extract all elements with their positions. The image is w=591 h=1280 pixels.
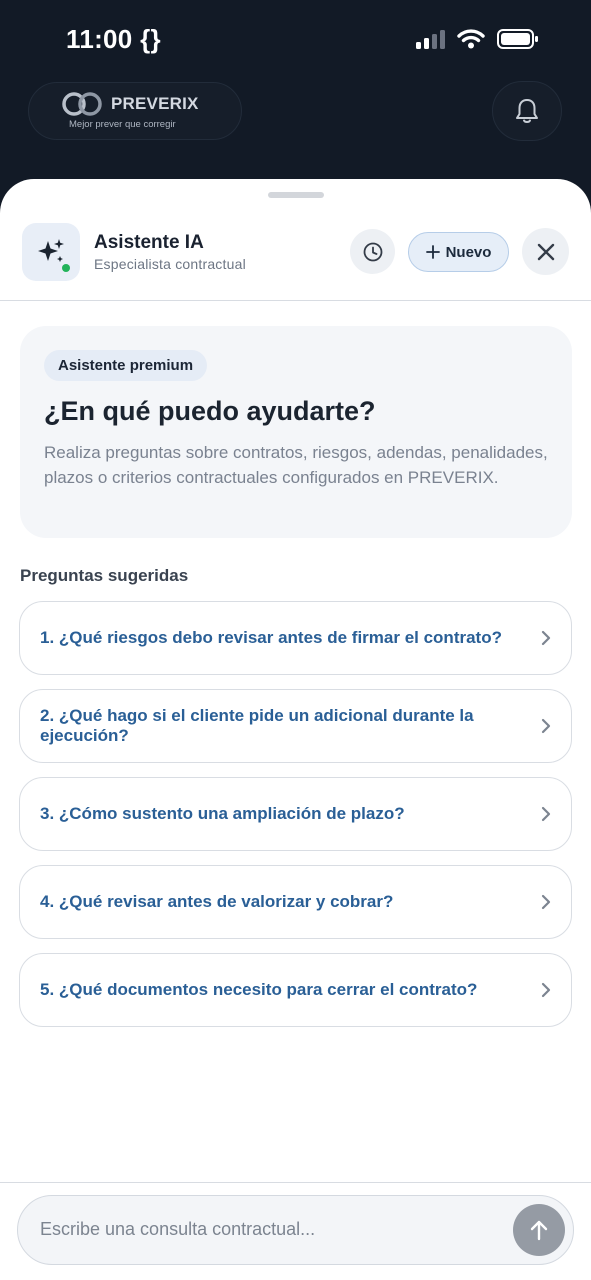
suggested-question-text: 5. ¿Qué documentos necesito para cerrar … <box>40 980 478 999</box>
battery-icon <box>497 28 538 49</box>
sparkles-icon <box>38 239 64 262</box>
premium-badge: Asistente premium <box>44 350 208 381</box>
suggested-question-text: 1. ¿Qué riesgos debo revisar antes de fi… <box>40 628 502 647</box>
status-time: 11:00 {} <box>66 24 161 54</box>
assistant-sheet: Asistente IA Especialista contractual Nu… <box>0 179 591 1280</box>
suggested-question-text: 3. ¿Cómo sustento una ampliación de plaz… <box>40 804 405 823</box>
suggestions-title: Preguntas sugeridas <box>20 566 189 585</box>
suggested-question[interactable]: 3. ¿Cómo sustento una ampliación de plaz… <box>19 777 572 851</box>
online-status-dot <box>62 264 70 272</box>
chevron-right-icon <box>541 718 551 734</box>
notifications-button[interactable] <box>492 81 562 141</box>
message-input[interactable] <box>40 1196 500 1263</box>
assistant-subtitle: Especialista contractual <box>94 256 246 272</box>
chevron-right-icon <box>541 630 551 646</box>
history-button[interactable] <box>350 229 395 274</box>
logo-name: PREVERIX <box>111 94 199 113</box>
chevron-right-icon <box>541 806 551 822</box>
intro-card: Asistente premium ¿En qué puedo ayudarte… <box>20 326 572 538</box>
send-button[interactable] <box>513 1204 565 1256</box>
suggested-question[interactable]: 2. ¿Qué hago si el cliente pide un adici… <box>19 689 572 763</box>
new-chat-button[interactable]: Nuevo <box>408 232 509 272</box>
message-composer <box>17 1195 574 1265</box>
sheet-grabber[interactable] <box>268 192 324 198</box>
brand-logo[interactable]: PREVERIX Mejor prever que corregir <box>28 82 242 140</box>
close-icon <box>537 243 554 260</box>
new-chat-label: Nuevo <box>445 243 492 261</box>
send-arrow-up-icon <box>530 1220 548 1241</box>
suggested-question[interactable]: 1. ¿Qué riesgos debo revisar antes de fi… <box>19 601 572 675</box>
cellular-signal-icon <box>416 29 445 49</box>
intro-description: Realiza preguntas sobre contratos, riesg… <box>44 443 548 487</box>
history-clock-icon <box>363 242 382 261</box>
chevron-right-icon <box>541 894 551 910</box>
close-button[interactable] <box>522 228 569 275</box>
composer-divider <box>0 1182 591 1183</box>
status-icons <box>416 28 539 49</box>
assistant-avatar <box>22 223 80 281</box>
suggested-question-text: 2. ¿Qué hago si el cliente pide un adici… <box>40 706 474 745</box>
intro-title: ¿En qué puedo ayudarte? <box>44 396 376 426</box>
suggested-question-text: 4. ¿Qué revisar antes de valorizar y cob… <box>40 892 394 911</box>
assistant-name: Asistente IA <box>94 232 204 253</box>
logo-tagline: Mejor prever que corregir <box>69 119 176 130</box>
preverix-logo-icon <box>62 92 102 116</box>
plus-icon <box>425 245 440 259</box>
chevron-right-icon <box>541 982 551 998</box>
suggested-question[interactable]: 5. ¿Qué documentos necesito para cerrar … <box>19 953 572 1027</box>
header-divider <box>0 300 591 301</box>
status-bar: 11:00 {} <box>0 0 591 80</box>
wifi-icon <box>457 29 485 49</box>
bell-icon <box>516 99 538 123</box>
suggested-question[interactable]: 4. ¿Qué revisar antes de valorizar y cob… <box>19 865 572 939</box>
